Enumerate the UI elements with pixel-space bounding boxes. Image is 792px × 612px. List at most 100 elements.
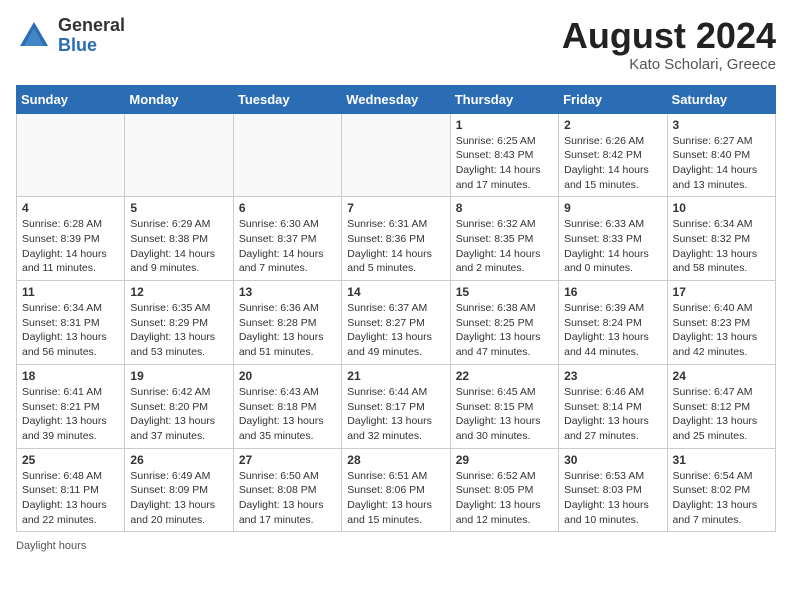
day-info: Sunrise: 6:34 AM Sunset: 8:31 PM Dayligh… xyxy=(22,301,119,360)
calendar-cell: 23 Sunrise: 6:46 AM Sunset: 8:14 PM Dayli… xyxy=(559,364,667,448)
weekday-header-sunday: Sunday xyxy=(17,85,125,113)
calendar-week-5: 25 Sunrise: 6:48 AM Sunset: 8:11 PM Dayli… xyxy=(17,448,776,532)
day-info: Sunrise: 6:42 AM Sunset: 8:20 PM Dayligh… xyxy=(130,385,227,444)
calendar-cell: 20Sunrise: 6:43 AM Sunset: 8:18 PM Dayli… xyxy=(233,364,341,448)
weekday-header-monday: Monday xyxy=(125,85,233,113)
day-info: Sunrise: 6:48 AM Sunset: 8:11 PM Dayligh… xyxy=(22,469,119,528)
day-number: 1 xyxy=(456,118,553,132)
day-info: Sunrise: 6:50 AM Sunset: 8:08 PM Dayligh… xyxy=(239,469,336,528)
day-number: 11 xyxy=(22,285,119,299)
day-number: 22 xyxy=(456,369,553,383)
calendar-cell: 11 Sunrise: 6:34 AM Sunset: 8:31 PM Dayli… xyxy=(17,281,125,365)
day-info: Sunrise: 6:53 AM Sunset: 8:03 PM Dayligh… xyxy=(564,469,661,528)
day-info: Sunrise: 6:34 AM Sunset: 8:32 PM Dayligh… xyxy=(673,217,770,276)
calendar-cell: 7 Sunrise: 6:31 AM Sunset: 8:36 PM Daylig… xyxy=(342,197,450,281)
calendar-cell: 21Sunrise: 6:44 AM Sunset: 8:17 PM Dayli… xyxy=(342,364,450,448)
calendar-cell: 12Sunrise: 6:35 AM Sunset: 8:29 PM Dayli… xyxy=(125,281,233,365)
calendar-cell: 27 Sunrise: 6:50 AM Sunset: 8:08 PM Dayli… xyxy=(233,448,341,532)
weekday-header-friday: Friday xyxy=(559,85,667,113)
calendar-cell: 14 Sunrise: 6:37 AM Sunset: 8:27 PM Dayli… xyxy=(342,281,450,365)
day-info: Sunrise: 6:49 AM Sunset: 8:09 PM Dayligh… xyxy=(130,469,227,528)
day-info: Sunrise: 6:46 AM Sunset: 8:14 PM Dayligh… xyxy=(564,385,661,444)
calendar-cell: 29 Sunrise: 6:52 AM Sunset: 8:05 PM Dayli… xyxy=(450,448,558,532)
day-info: Sunrise: 6:29 AM Sunset: 8:38 PM Dayligh… xyxy=(130,217,227,276)
day-info: Sunrise: 6:43 AM Sunset: 8:18 PM Dayligh… xyxy=(239,385,336,444)
day-number: 24 xyxy=(673,369,770,383)
calendar-cell: 5 Sunrise: 6:29 AM Sunset: 8:38 PM Daylig… xyxy=(125,197,233,281)
day-info: Sunrise: 6:44 AM Sunset: 8:17 PM Dayligh… xyxy=(347,385,444,444)
day-number: 29 xyxy=(456,453,553,467)
day-number: 19 xyxy=(130,369,227,383)
location: Kato Scholari, Greece xyxy=(562,56,776,73)
logo-general: General xyxy=(58,16,125,36)
logo-blue: Blue xyxy=(58,36,125,56)
day-info: Sunrise: 6:33 AM Sunset: 8:33 PM Dayligh… xyxy=(564,217,661,276)
day-number: 4 xyxy=(22,201,119,215)
day-info: Sunrise: 6:31 AM Sunset: 8:36 PM Dayligh… xyxy=(347,217,444,276)
day-info: Sunrise: 6:45 AM Sunset: 8:15 PM Dayligh… xyxy=(456,385,553,444)
day-info: Sunrise: 6:27 AM Sunset: 8:40 PM Dayligh… xyxy=(673,134,770,193)
calendar-cell: 18 Sunrise: 6:41 AM Sunset: 8:21 PM Dayli… xyxy=(17,364,125,448)
calendar-cell: 22 Sunrise: 6:45 AM Sunset: 8:15 PM Dayli… xyxy=(450,364,558,448)
calendar-cell: 26Sunrise: 6:49 AM Sunset: 8:09 PM Dayli… xyxy=(125,448,233,532)
calendar-cell: 4 Sunrise: 6:28 AM Sunset: 8:39 PM Daylig… xyxy=(17,197,125,281)
month-year: August 2024 xyxy=(562,16,776,56)
calendar-cell: 17Sunrise: 6:40 AM Sunset: 8:23 PM Dayli… xyxy=(667,281,775,365)
calendar-week-1: 1 Sunrise: 6:25 AM Sunset: 8:43 PM Daylig… xyxy=(17,113,776,197)
calendar-cell: 9Sunrise: 6:33 AM Sunset: 8:33 PM Daylig… xyxy=(559,197,667,281)
calendar-cell xyxy=(233,113,341,197)
day-number: 13 xyxy=(239,285,336,299)
weekday-header-wednesday: Wednesday xyxy=(342,85,450,113)
day-number: 27 xyxy=(239,453,336,467)
calendar-week-4: 18 Sunrise: 6:41 AM Sunset: 8:21 PM Dayli… xyxy=(17,364,776,448)
logo-icon xyxy=(16,18,52,54)
day-info: Sunrise: 6:38 AM Sunset: 8:25 PM Dayligh… xyxy=(456,301,553,360)
day-info: Sunrise: 6:36 AM Sunset: 8:28 PM Dayligh… xyxy=(239,301,336,360)
day-number: 23 xyxy=(564,369,661,383)
calendar-cell: 19 Sunrise: 6:42 AM Sunset: 8:20 PM Dayli… xyxy=(125,364,233,448)
logo: General Blue xyxy=(16,16,125,56)
calendar-week-3: 11 Sunrise: 6:34 AM Sunset: 8:31 PM Dayli… xyxy=(17,281,776,365)
day-number: 5 xyxy=(130,201,227,215)
day-info: Sunrise: 6:41 AM Sunset: 8:21 PM Dayligh… xyxy=(22,385,119,444)
calendar-cell: 2Sunrise: 6:26 AM Sunset: 8:42 PM Daylig… xyxy=(559,113,667,197)
day-number: 8 xyxy=(456,201,553,215)
day-number: 6 xyxy=(239,201,336,215)
calendar-cell: 13 Sunrise: 6:36 AM Sunset: 8:28 PM Dayli… xyxy=(233,281,341,365)
weekday-header-saturday: Saturday xyxy=(667,85,775,113)
day-number: 28 xyxy=(347,453,444,467)
calendar-cell: 30Sunrise: 6:53 AM Sunset: 8:03 PM Dayli… xyxy=(559,448,667,532)
logo-text: General Blue xyxy=(58,16,125,56)
day-info: Sunrise: 6:47 AM Sunset: 8:12 PM Dayligh… xyxy=(673,385,770,444)
weekday-header-thursday: Thursday xyxy=(450,85,558,113)
calendar-cell: 16Sunrise: 6:39 AM Sunset: 8:24 PM Dayli… xyxy=(559,281,667,365)
day-number: 10 xyxy=(673,201,770,215)
weekday-header-tuesday: Tuesday xyxy=(233,85,341,113)
calendar-cell xyxy=(342,113,450,197)
day-info: Sunrise: 6:30 AM Sunset: 8:37 PM Dayligh… xyxy=(239,217,336,276)
day-number: 16 xyxy=(564,285,661,299)
day-info: Sunrise: 6:40 AM Sunset: 8:23 PM Dayligh… xyxy=(673,301,770,360)
day-info: Sunrise: 6:26 AM Sunset: 8:42 PM Dayligh… xyxy=(564,134,661,193)
calendar-table: SundayMondayTuesdayWednesdayThursdayFrid… xyxy=(16,85,776,533)
day-number: 3 xyxy=(673,118,770,132)
day-number: 14 xyxy=(347,285,444,299)
day-number: 18 xyxy=(22,369,119,383)
calendar-cell: 6 Sunrise: 6:30 AM Sunset: 8:37 PM Daylig… xyxy=(233,197,341,281)
calendar-cell: 25 Sunrise: 6:48 AM Sunset: 8:11 PM Dayli… xyxy=(17,448,125,532)
day-number: 7 xyxy=(347,201,444,215)
calendar-cell xyxy=(125,113,233,197)
calendar-cell: 3 Sunrise: 6:27 AM Sunset: 8:40 PM Daylig… xyxy=(667,113,775,197)
day-info: Sunrise: 6:32 AM Sunset: 8:35 PM Dayligh… xyxy=(456,217,553,276)
calendar-cell: 28Sunrise: 6:51 AM Sunset: 8:06 PM Dayli… xyxy=(342,448,450,532)
day-info: Sunrise: 6:25 AM Sunset: 8:43 PM Dayligh… xyxy=(456,134,553,193)
day-info: Sunrise: 6:37 AM Sunset: 8:27 PM Dayligh… xyxy=(347,301,444,360)
footer-note: Daylight hours xyxy=(16,540,776,552)
calendar-cell: 8 Sunrise: 6:32 AM Sunset: 8:35 PM Daylig… xyxy=(450,197,558,281)
day-info: Sunrise: 6:28 AM Sunset: 8:39 PM Dayligh… xyxy=(22,217,119,276)
day-number: 25 xyxy=(22,453,119,467)
day-info: Sunrise: 6:52 AM Sunset: 8:05 PM Dayligh… xyxy=(456,469,553,528)
calendar-cell xyxy=(17,113,125,197)
day-info: Sunrise: 6:35 AM Sunset: 8:29 PM Dayligh… xyxy=(130,301,227,360)
day-number: 15 xyxy=(456,285,553,299)
